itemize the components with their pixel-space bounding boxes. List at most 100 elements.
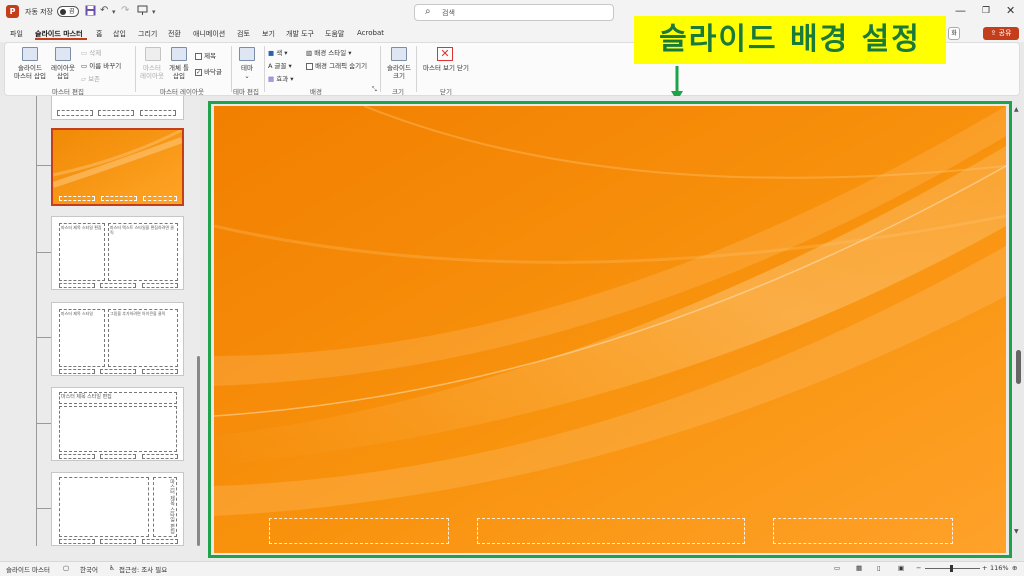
slide-thumbnail[interactable]: 마스터 제목 스타일 편집 (51, 472, 184, 546)
minimize-icon[interactable]: — (955, 4, 966, 17)
background-dialog-launcher-icon[interactable]: ⤡ (372, 86, 377, 94)
tab-transitions[interactable]: 전환 (168, 29, 181, 39)
colors-label: 색 (276, 49, 283, 57)
colors-button[interactable]: ■ 색 ▾ (268, 47, 288, 57)
slide-thumbnail-selected[interactable] (51, 128, 184, 206)
fit-to-window-icon[interactable]: ⊕ (1012, 564, 1017, 572)
search-box[interactable]: ⌕ 검색 (414, 4, 614, 21)
insert-slide-master-icon (22, 47, 38, 61)
footer-placeholder[interactable] (477, 518, 745, 544)
slide-master[interactable] (214, 106, 1006, 553)
language-label[interactable]: 한국어 (80, 564, 98, 574)
tab-developer[interactable]: 개발 도구 (286, 29, 314, 39)
slide-sorter-icon[interactable]: ▦ (856, 564, 862, 572)
redo-icon[interactable]: ↷ (121, 5, 129, 16)
footer-placeholder (59, 196, 95, 201)
tab-animations[interactable]: 애니메이션 (193, 29, 225, 39)
footer-placeholder (140, 110, 176, 116)
footer-placeholder (100, 454, 136, 459)
themes-dropdown-icon[interactable]: ⌄ (236, 72, 258, 80)
tab-file[interactable]: 파일 (10, 29, 23, 39)
delete-button[interactable]: ▭ 삭제 (81, 47, 101, 57)
footer-checkbox[interactable]: ✓ 바닥글 (195, 66, 222, 76)
group-label-theme-edit: 테마 편집 (233, 88, 259, 96)
scroll-up-icon[interactable]: ▲ (1014, 106, 1019, 113)
slide-scrollbar[interactable] (1016, 350, 1021, 384)
restore-icon[interactable]: ❐ (982, 6, 990, 16)
share-label: 공유 (998, 29, 1012, 37)
effects-icon: ▦ (268, 75, 277, 83)
title-placeholder: 마스터 제목 스타일 (59, 309, 105, 367)
group-label-master-edit: 마스터 편집 (52, 88, 84, 96)
preserve-button[interactable]: ▱ 보존 (81, 73, 100, 83)
share-button[interactable]: ⇪ 공유 (983, 27, 1019, 40)
fonts-button[interactable]: A 글꼴 ▾ (268, 60, 292, 70)
tab-acrobat[interactable]: Acrobat (357, 29, 384, 37)
master-layout-button[interactable]: 마스터 레이아웃 (137, 64, 167, 80)
footer-placeholder (101, 196, 137, 201)
slide-thumbnail[interactable]: 마스터 제목 스타일 편집 마스터 텍스트 스타일을 편집하려면 클릭 (51, 216, 184, 290)
content-placeholder: 마스터 텍스트 스타일을 편집하려면 클릭 (108, 223, 178, 281)
customize-qat-icon[interactable]: ▾ (152, 8, 156, 16)
tab-draw[interactable]: 그리기 (138, 29, 157, 39)
reading-view-icon[interactable]: ▯ (877, 564, 881, 572)
slideshow-icon[interactable]: ▣ (898, 564, 904, 572)
zoom-in-icon[interactable]: + (982, 564, 987, 572)
undo-dropdown-icon[interactable]: ▾ (112, 8, 116, 16)
slide-size-button[interactable]: 슬라이드 크기 (383, 64, 415, 80)
insert-slide-master-button[interactable]: 슬라이드 마스터 삽입 (8, 64, 52, 80)
tab-help[interactable]: 도움말 (325, 29, 344, 39)
scroll-down-icon[interactable]: ▼ (1014, 528, 1019, 535)
tab-review[interactable]: 검토 (237, 29, 250, 39)
themes-button[interactable]: 테마 (236, 64, 258, 72)
effects-button[interactable]: ▦ 효과 ▾ (268, 73, 294, 83)
zoom-level[interactable]: 116% (990, 564, 1009, 572)
spellcheck-icon[interactable]: ▢ (63, 564, 69, 572)
close-master-view-button[interactable]: 마스터 보기 닫기 (420, 64, 472, 72)
slide-thumbnail[interactable]: 마스터 제목 스타일 그림을 추가하려면 아이콘을 클릭 (51, 302, 184, 376)
zoom-slider-knob[interactable] (950, 565, 953, 572)
insert-placeholder-button[interactable]: 개체 틀 삽입 (165, 64, 193, 80)
close-master-view-icon: ✕ (437, 47, 453, 61)
title-checkbox-label: 제목 (204, 52, 217, 60)
background-styles-button[interactable]: ▧ 배경 스타일 ▾ (306, 47, 352, 57)
footer-placeholder (59, 283, 95, 288)
rename-icon: ▭ (81, 62, 90, 70)
tab-view[interactable]: 보기 (262, 29, 275, 39)
group-label-close: 닫기 (440, 88, 452, 96)
tab-insert[interactable]: 삽입 (113, 29, 126, 39)
effects-label: 효과 (276, 75, 289, 83)
slide-number-placeholder[interactable] (773, 518, 953, 544)
accessibility-icon: ♿ (109, 564, 115, 572)
hide-bg-label: 배경 그래픽 숨기기 (315, 62, 368, 70)
date-placeholder[interactable] (269, 518, 449, 544)
group-separator (231, 46, 232, 92)
insert-layout-button[interactable]: 레이아웃 삽입 (49, 64, 77, 80)
thumbnail-orange-background (53, 130, 182, 204)
colors-icon: ■ (268, 49, 277, 57)
close-window-icon[interactable]: ✕ (1006, 4, 1015, 17)
save-icon[interactable] (85, 5, 96, 19)
presenter-icon[interactable] (137, 5, 148, 19)
title-checkbox[interactable]: 제목 (195, 50, 216, 60)
normal-view-icon[interactable]: ▭ (834, 564, 840, 572)
search-placeholder: 검색 (442, 9, 455, 17)
slide-thumbnail[interactable]: 마스터 제목 스타일 편집 (51, 387, 184, 461)
autosave-toggle[interactable]: 끔 (57, 6, 79, 17)
slide-thumbnail[interactable] (51, 96, 184, 120)
rename-button[interactable]: ▭ 이름 바꾸기 (81, 60, 121, 70)
delete-label: 삭제 (89, 49, 102, 57)
preserve-label: 보존 (88, 75, 101, 83)
delete-icon: ▭ (81, 49, 90, 57)
annotation-title: 슬라이드 배경 설정 (659, 22, 921, 57)
hide-background-graphics-checkbox[interactable]: 배경 그래픽 숨기기 (306, 60, 367, 70)
tab-home[interactable]: 홈 (96, 29, 102, 39)
zoom-out-icon[interactable]: − (916, 564, 921, 572)
accessibility-status[interactable]: 접근성: 조사 필요 (119, 564, 167, 574)
tree-connector (36, 337, 51, 338)
undo-icon[interactable]: ↶ (100, 5, 108, 16)
insert-layout-icon (55, 47, 71, 61)
footer-placeholder (98, 110, 134, 116)
share-icon: ⇪ (990, 29, 999, 37)
comments-button[interactable]: 화 (948, 27, 960, 40)
